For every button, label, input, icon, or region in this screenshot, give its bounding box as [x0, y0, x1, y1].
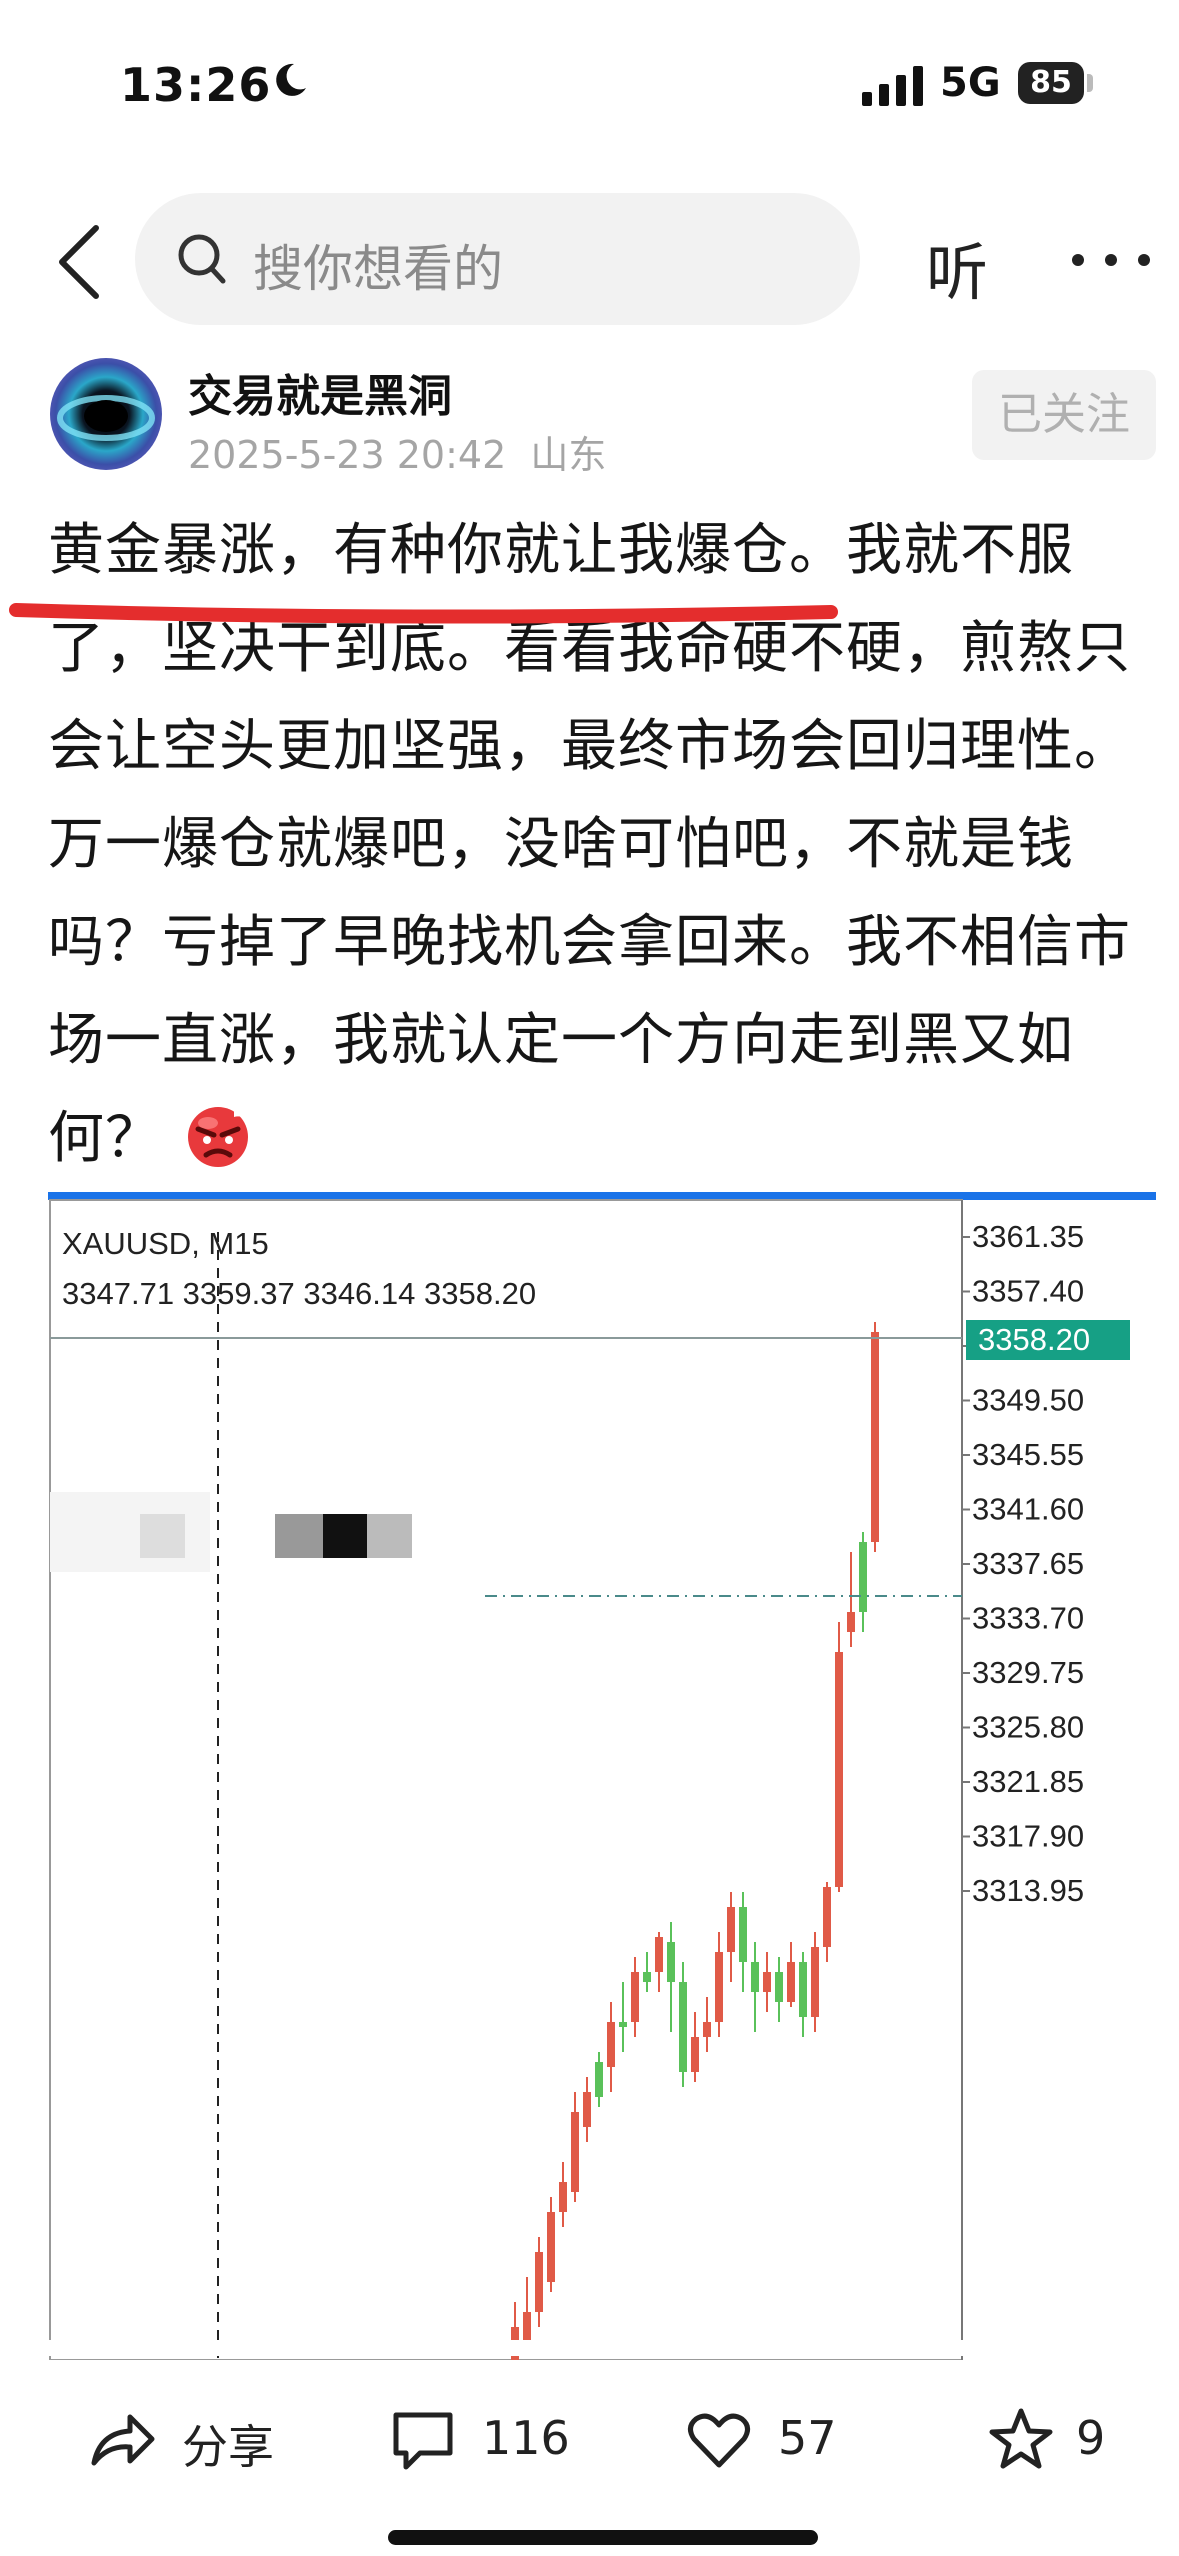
author-name[interactable]: 交易就是黑洞: [188, 360, 452, 424]
candle-body: [727, 1907, 735, 1952]
candle-body: [619, 2022, 627, 2027]
candle-body: [799, 1962, 807, 2017]
candle-body: [835, 1652, 843, 1887]
price-axis-label: 3337.65: [972, 1546, 1084, 1581]
comment-icon: [393, 2412, 453, 2470]
candle-body: [811, 1947, 819, 2017]
listen-button[interactable]: 听: [926, 222, 988, 312]
candle-body: [691, 2037, 699, 2072]
chart-bottom-fade: [0, 2340, 1179, 2356]
chart-ohlc: 3347.71 3359.37 3346.14 3358.20: [62, 1276, 536, 1311]
candle-body: [763, 1972, 771, 1992]
chart-plot-frame: [49, 1199, 963, 2360]
post-line: 吗？亏掉了早晚找机会拿回来。我不相信市: [48, 910, 1131, 975]
candle-body: [859, 1542, 867, 1612]
comment-count: 116: [482, 2411, 570, 2465]
moon-icon: [276, 63, 306, 96]
search-input[interactable]: 搜你想看的: [135, 193, 860, 325]
candle-body: [667, 1942, 675, 1982]
candle-body: [847, 1612, 855, 1632]
candle-body: [535, 2252, 543, 2312]
star-icon: [989, 2408, 1053, 2469]
chart-symbol: XAUUSD, M15: [62, 1226, 269, 1261]
post-timestamp: 2025-5-23 20:42: [188, 433, 507, 477]
post-line: 何？: [48, 1106, 162, 1171]
post-line: 万一爆仓就爆吧，没啥可怕吧，不就是钱: [48, 812, 1074, 877]
watermark-block: [140, 1514, 185, 1558]
candle-body: [751, 1962, 759, 1992]
price-axis-label: 3341.60: [972, 1492, 1084, 1527]
status-time: 13:26: [120, 58, 272, 112]
heart-icon: [688, 2413, 750, 2468]
price-axis-label: 3325.80: [972, 1710, 1084, 1745]
post-location: 山东: [530, 433, 607, 477]
search-placeholder: 搜你想看的: [253, 240, 503, 298]
candle-body: [871, 1332, 879, 1542]
candle-body: [583, 2092, 591, 2127]
comment-button[interactable]: 116: [390, 2405, 570, 2475]
battery-indicator: 85: [1018, 62, 1084, 104]
candle-body: [523, 2312, 531, 2342]
red-underline-mark: [9, 603, 838, 624]
price-axis-label: 3345.55: [972, 1437, 1084, 1472]
candle-body: [655, 1937, 663, 1972]
post-line: 黄金暴涨，有种你就让我爆仓。我就不服: [48, 518, 1074, 583]
signal-icon: [862, 66, 923, 106]
post-line: 会让空头更加坚强，最终市场会回归理性。: [48, 714, 1131, 779]
candle-body: [679, 1982, 687, 2072]
post-line: 场一直涨，我就认定一个方向走到黑又如: [48, 1008, 1074, 1073]
price-chart: XAUUSD, M15 3347.71 3359.37 3346.14 3358…: [48, 1192, 1156, 2360]
share-icon: [91, 2414, 155, 2466]
candle-body: [715, 1952, 723, 2022]
share-label: 分享: [182, 2420, 274, 2474]
post-meta: 2025-5-23 20:42 山东: [188, 424, 606, 479]
candle-body: [571, 2112, 579, 2192]
like-button[interactable]: 57: [686, 2405, 837, 2475]
favorite-count: 9: [1076, 2411, 1106, 2465]
search-icon: [178, 234, 226, 284]
candle-body: [775, 1972, 783, 2002]
price-axis-label: 3333.70: [972, 1601, 1084, 1636]
candle-body: [595, 2062, 603, 2097]
candle-body: [547, 2212, 555, 2282]
candle-body: [607, 2022, 615, 2067]
candle-body: [787, 1962, 795, 2002]
like-count: 57: [778, 2411, 837, 2465]
price-axis-label: 3321.85: [972, 1764, 1084, 1799]
chart-top-bar: [48, 1192, 1156, 1200]
price-axis-label: 3349.50: [972, 1383, 1084, 1418]
price-axis-label: 3357.40: [972, 1274, 1084, 1309]
current-price-label: 3358.20: [978, 1322, 1090, 1357]
price-axis-label: 3361.35: [972, 1219, 1084, 1254]
back-icon[interactable]: [52, 222, 106, 302]
candle-body: [631, 1972, 639, 2022]
battery-nub: [1087, 74, 1093, 92]
home-indicator: [388, 2530, 818, 2545]
candle-body: [559, 2182, 567, 2212]
candle-body: [739, 1907, 747, 1962]
post-line-last: 何？: [48, 1090, 1146, 1188]
avatar[interactable]: [50, 358, 162, 470]
price-axis-label: 3313.95: [972, 1873, 1084, 1908]
more-icon[interactable]: [1072, 250, 1150, 270]
follow-button[interactable]: 已关注: [972, 370, 1156, 460]
candle-body: [703, 2022, 711, 2037]
price-axis-label: 3317.90: [972, 1819, 1084, 1854]
favorite-button[interactable]: 9: [988, 2405, 1118, 2475]
angry-face-icon: [188, 1106, 249, 1167]
candle-body: [823, 1887, 831, 1947]
share-button[interactable]: 分享: [88, 2405, 278, 2475]
candle-body: [643, 1972, 651, 1982]
network-type: 5G: [940, 60, 1001, 106]
price-axis-label: 3329.75: [972, 1655, 1084, 1690]
